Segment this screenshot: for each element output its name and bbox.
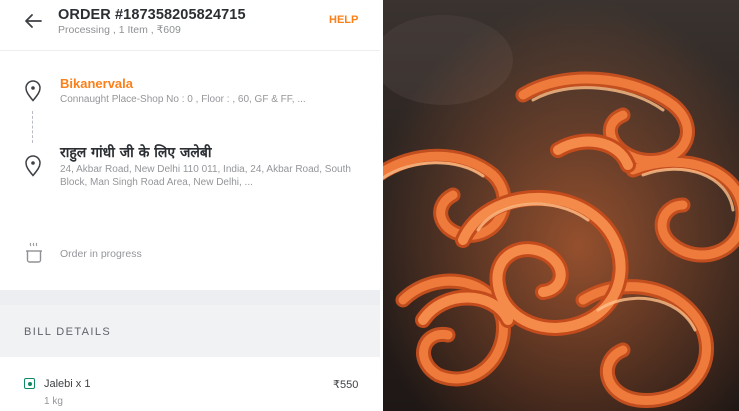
restaurant-location-pin-icon: [24, 80, 42, 102]
order-title: ORDER #187358205824715: [58, 7, 246, 23]
restaurant-name: Bikanervala: [60, 76, 133, 91]
delivery-recipient-name: राहुल गांधी जी के लिए जलेबी: [60, 145, 212, 161]
order-details-panel: ORDER #187358205824715 Processing , 1 It…: [0, 0, 380, 411]
jalebi-photo: [383, 0, 739, 411]
restaurant-address: Connaught Place-Shop No : 0 , Floor : , …: [60, 94, 306, 105]
back-arrow-icon[interactable]: [22, 10, 44, 32]
order-header: ORDER #187358205824715 Processing , 1 It…: [0, 0, 380, 51]
section-divider: [0, 290, 380, 305]
bill-item-price: ₹550: [333, 379, 359, 391]
bill-details-header: BILL DETAILS: [0, 305, 380, 357]
help-button[interactable]: HELP: [329, 14, 358, 26]
cooking-pot-icon: [24, 242, 44, 264]
order-subtitle: Processing , 1 Item , ₹609: [58, 24, 181, 36]
delivery-address: 24, Akbar Road, New Delhi 110 011, India…: [60, 164, 351, 188]
bill-item-name: Jalebi x 1: [44, 378, 91, 390]
order-status-text: Order in progress: [60, 248, 142, 260]
bill-item-quantity: 1 kg: [44, 396, 63, 407]
bill-details-title: BILL DETAILS: [24, 326, 112, 338]
delivery-location-pin-icon: [24, 155, 42, 177]
veg-indicator-icon: [24, 378, 35, 389]
route-connector-line: [32, 111, 33, 143]
